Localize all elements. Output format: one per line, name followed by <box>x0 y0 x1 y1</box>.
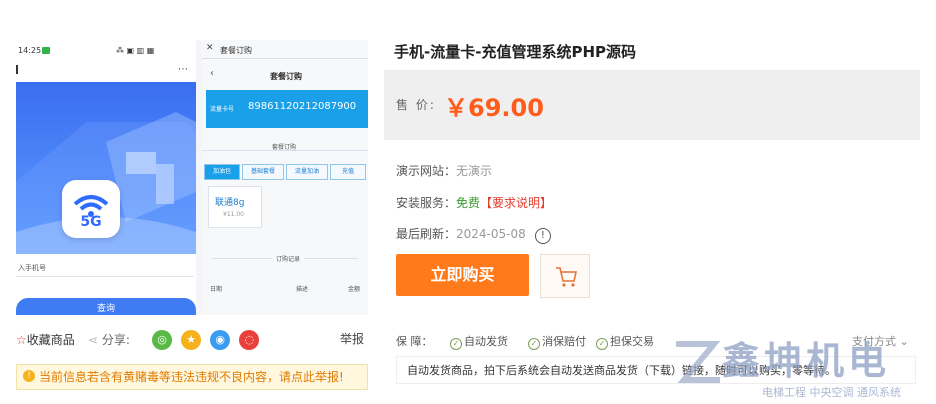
page-title: 套餐订购 <box>270 72 302 81</box>
guarantee-item: 消保赔付 <box>542 335 586 348</box>
package-price: ¥11.00 <box>223 211 244 218</box>
share-icons: ◎ ★ ◉ ◌ <box>152 328 260 350</box>
hero-banner: 5G <box>16 82 196 254</box>
divider <box>202 58 368 59</box>
card-banner: 流量卡号 89861120212087900 <box>206 90 368 128</box>
back-icon[interactable]: ‹ <box>210 68 214 79</box>
guarantee-label: 保 障： <box>396 335 433 348</box>
guarantee-auto-ship: ✓ 自动发货 <box>450 333 508 350</box>
col-desc: 描述 <box>296 286 309 293</box>
price-box: 售 价: ￥69.00 <box>384 70 920 140</box>
demo-row: 演示网站：无演示 <box>396 160 492 179</box>
records-title: 订购记录 <box>272 254 305 263</box>
tab-traffic[interactable]: 流量加油 <box>286 164 328 180</box>
install-label: 安装服务： <box>396 196 457 210</box>
report-link[interactable]: 举报 <box>340 330 364 347</box>
warning-text: 当前信息若含有黄赌毒等违法违规不良内容，请点此举报! <box>39 370 344 384</box>
guarantee-item: 自动发货 <box>464 335 508 348</box>
close-icon[interactable]: ✕ <box>206 43 214 53</box>
share-label: ⋖ 分享: <box>88 331 130 348</box>
demo-label: 演示网站： <box>396 164 457 178</box>
cart-icon <box>556 267 577 287</box>
product-image[interactable]: 14:25 ⁂ ▣ ▥ ▦ ⋯ 5G 入手机号 查询 ✕ 套餐订购 ‹ 套餐订购… <box>16 40 368 315</box>
delivery-note: 自动发货商品，拍下后系统会自动发送商品发货（下载）链接，随时可以购买，零等待。 <box>396 356 916 384</box>
5g-badge: 5G <box>62 180 120 238</box>
bulb-icon: ! <box>23 370 35 382</box>
share-text: 分享: <box>101 333 130 347</box>
more-icon[interactable]: ⋯ <box>178 64 188 75</box>
product-title: 手机-流量卡-充值管理系统PHP源码 <box>394 43 636 61</box>
install-value: 免费 <box>456 196 481 210</box>
tab-basic[interactable]: 基础套餐 <box>242 164 284 180</box>
col-amount: 金额 <box>348 286 361 293</box>
check-icon: ✓ <box>528 338 540 350</box>
tab-recharge[interactable]: 充值 <box>330 164 366 180</box>
qq-icon[interactable]: ◉ <box>210 330 231 350</box>
chevron-down-icon: ⌄ <box>899 335 909 348</box>
status-signal: ⁂ ▣ ▥ ▦ <box>116 46 155 55</box>
qzone-icon[interactable]: ★ <box>181 330 202 350</box>
watermark-sub: 电梯工程 中央空调 通风系统 <box>762 386 901 399</box>
refresh-label: 最后刷新： <box>396 227 457 241</box>
package-card[interactable]: 联通8g ¥11.00 <box>208 186 262 228</box>
guarantee-escrow: ✓ 担保交易 <box>596 333 654 350</box>
guarantee-compensation: ✓ 消保赔付 <box>528 333 586 350</box>
status-time: 14:25 <box>18 46 42 55</box>
refresh-row: 最后刷新：2024-05-08 ! <box>396 223 551 244</box>
screenshot-phone-1: 14:25 ⁂ ▣ ▥ ▦ ⋯ 5G 入手机号 查询 <box>16 40 196 315</box>
divider <box>16 276 194 277</box>
star-icon: ☆ <box>16 333 27 347</box>
menu-icon[interactable] <box>16 64 24 76</box>
payment-method-dropdown[interactable]: 支付方式 ⌄ <box>852 333 909 349</box>
install-row: 安装服务：免费【要求说明】 <box>396 192 552 211</box>
check-icon: ✓ <box>450 338 462 350</box>
info-icon[interactable]: ! <box>534 228 551 244</box>
buy-now-button[interactable]: 立即购买 <box>396 254 529 296</box>
payment-method-label: 支付方式 <box>852 335 896 348</box>
refresh-value: 2024-05-08 <box>456 227 526 241</box>
check-icon: ✓ <box>596 338 608 350</box>
card-label: 流量卡号 <box>210 106 235 113</box>
5g-label: 5G <box>80 214 102 230</box>
price-value: ￥69.00 <box>444 94 544 122</box>
status-app-icon <box>42 47 50 54</box>
demo-value: 无演示 <box>456 164 493 178</box>
screenshot-phone-2: ✕ 套餐订购 ‹ 套餐订购 流量卡号 89861120212087900 套餐订… <box>202 40 368 315</box>
window-title: 套餐订购 <box>220 46 252 55</box>
divider <box>202 150 368 151</box>
share-icon: ⋖ <box>88 333 99 347</box>
card-number: 89861120212087900 <box>248 101 357 112</box>
col-date: 日期 <box>210 286 223 293</box>
guarantee-item: 担保交易 <box>610 335 654 348</box>
price-label: 售 价: <box>396 98 436 112</box>
install-requirements-link[interactable]: 【要求说明】 <box>480 196 552 210</box>
add-to-cart-button[interactable] <box>540 254 590 298</box>
favorite-button[interactable]: ☆收藏商品 <box>16 331 75 348</box>
query-button[interactable]: 查询 <box>16 298 196 315</box>
report-warning-bar[interactable]: ! 当前信息若含有黄赌毒等违法违规不良内容，请点此举报! <box>16 364 368 390</box>
phone-input-placeholder[interactable]: 入手机号 <box>18 263 46 273</box>
favorite-label: 收藏商品 <box>26 333 75 347</box>
package-name: 联通8g <box>215 198 245 208</box>
weibo-icon[interactable]: ◌ <box>239 330 260 350</box>
tab-refuel[interactable]: 加油包 <box>204 164 240 180</box>
wechat-icon[interactable]: ◎ <box>152 330 172 350</box>
package-tabs: 加油包 基础套餐 流量加油 充值 <box>204 164 368 180</box>
